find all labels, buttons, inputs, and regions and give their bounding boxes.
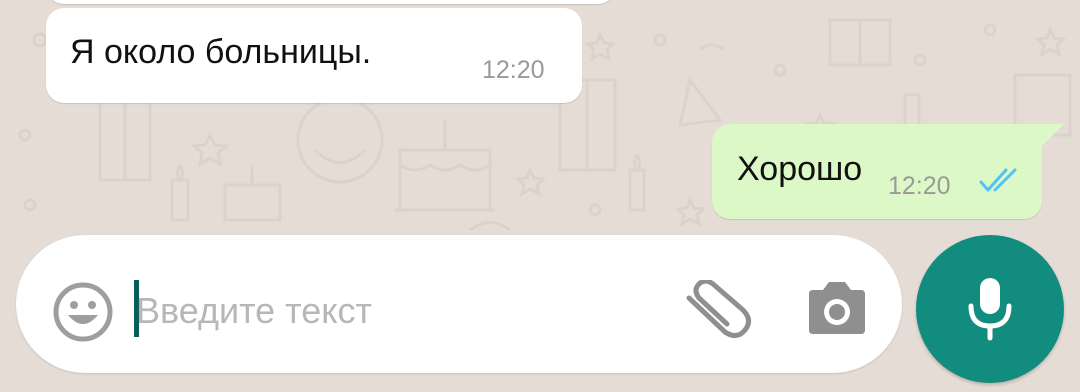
camera-icon[interactable]	[805, 282, 869, 336]
outgoing-bubble-tail	[1036, 124, 1064, 146]
emoji-icon[interactable]	[52, 281, 114, 343]
paperclip-icon[interactable]	[683, 280, 755, 340]
previous-message-bubble	[46, 0, 616, 4]
incoming-message-text: Я около больницы.	[70, 33, 372, 71]
outgoing-message-text: Хорошо	[737, 150, 863, 188]
outgoing-message-time: 12:20	[888, 172, 951, 200]
microphone-icon	[968, 278, 1012, 341]
incoming-message-time: 12:20	[482, 56, 545, 84]
message-input-placeholder[interactable]: Введите текст	[136, 290, 372, 332]
double-check-icon	[979, 168, 1017, 192]
